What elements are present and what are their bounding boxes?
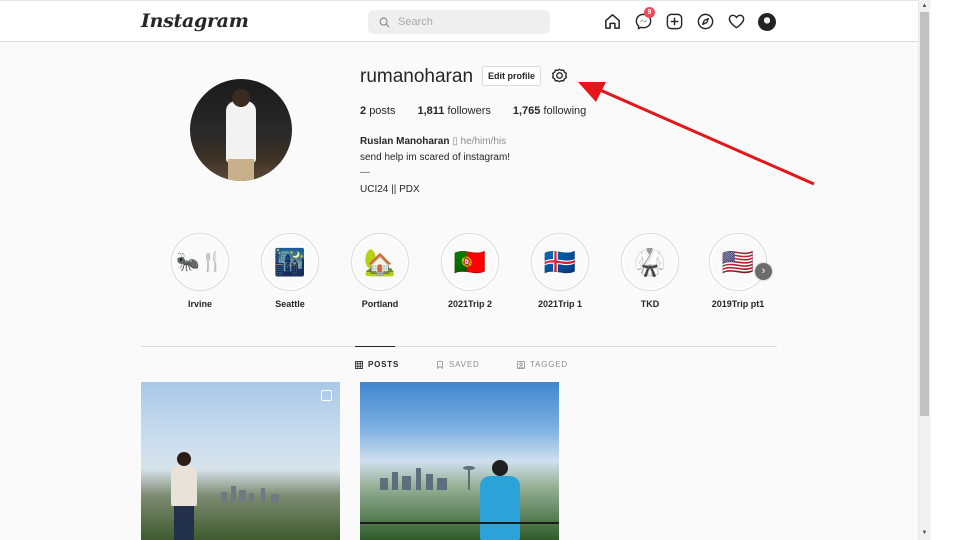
highlight-label: Seattle (275, 299, 305, 309)
tab-posts[interactable]: POSTS (355, 360, 399, 369)
stat-posts: 2 posts (360, 105, 395, 117)
tab-saved[interactable]: SAVED (436, 360, 480, 369)
subject-legs (174, 506, 194, 540)
carousel-multiple-icon (321, 390, 332, 401)
highlight-ring: 🇵🇹 (441, 233, 499, 291)
highlight-ring: 🐜🍴 (171, 233, 229, 291)
tab-label: POSTS (368, 360, 400, 369)
highlight-ring: 🌃 (261, 233, 319, 291)
search-input[interactable] (398, 16, 538, 28)
highlight-cover: 🇮🇸 (534, 236, 586, 288)
railing (360, 522, 559, 540)
story-highlight[interactable]: 🇵🇹 2021Trip 2 (434, 233, 506, 309)
post-thumbnail[interactable] (360, 382, 559, 540)
search-box[interactable] (368, 10, 550, 34)
bio-line-2: — (360, 167, 370, 178)
tab-label: SAVED (449, 360, 480, 369)
active-tab-indicator (355, 346, 395, 347)
profile-picture-figure (226, 101, 256, 163)
highlight-ring: 🥋 (621, 233, 679, 291)
settings-gear-icon[interactable] (551, 67, 568, 84)
tabs-divider (141, 346, 777, 347)
search-icon (379, 17, 390, 28)
profile-full-name-line: Ruslan Manoharan ▯ he/him/his (360, 136, 506, 147)
profile-avatar[interactable] (758, 12, 776, 31)
scroll-up-arrow-icon[interactable]: ▲ (920, 2, 929, 11)
highlight-ring: 🇺🇸 (709, 233, 767, 291)
subject-head (177, 452, 191, 466)
scrollbar-thumb[interactable] (920, 12, 929, 416)
grid-icon (355, 360, 363, 369)
explore-icon[interactable] (696, 12, 715, 31)
new-post-icon[interactable] (665, 12, 684, 31)
highlight-cover: 🥋 (624, 236, 676, 288)
highlights-next-chevron-icon[interactable]: › (755, 263, 772, 280)
story-highlight[interactable]: 🌃 Seattle (254, 233, 326, 309)
highlight-cover: 🌃 (264, 236, 316, 288)
profile-picture-head (232, 89, 250, 107)
highlight-ring: 🇮🇸 (531, 233, 589, 291)
activity-heart-icon[interactable] (727, 12, 746, 31)
highlight-label: TKD (640, 299, 660, 309)
edit-profile-button[interactable]: Edit profile (482, 66, 541, 86)
story-highlight[interactable]: 🏡 Portland (344, 233, 416, 309)
subject-body (171, 466, 197, 506)
tab-label: TAGGED (530, 360, 568, 369)
highlight-label: 2019Trip pt1 (711, 299, 765, 309)
profile-picture-legs (228, 159, 254, 181)
bio-line-3: UCI24 || PDX (360, 184, 420, 195)
stat-value: 1,811 (417, 105, 445, 117)
highlight-label: Irvine (187, 299, 212, 309)
highlight-label: 2021Trip 1 (537, 299, 583, 309)
messenger-unread-badge: 9 (644, 7, 655, 18)
profile-picture[interactable] (190, 79, 292, 181)
highlight-label: 2021Trip 2 (447, 299, 493, 309)
highlight-cover: 🇺🇸 (712, 236, 764, 288)
stat-followers[interactable]: 1,811 followers (417, 105, 490, 117)
post-thumbnail[interactable] (141, 382, 340, 540)
name-glyph: ▯ (452, 136, 458, 147)
story-highlight[interactable]: 🇮🇸 2021Trip 1 (524, 233, 596, 309)
tab-tagged[interactable]: TAGGED (517, 360, 568, 369)
story-highlight[interactable]: 🐜🍴 Irvine (164, 233, 236, 309)
instagram-logo[interactable]: Instagram (141, 10, 249, 32)
bookmark-icon (437, 360, 443, 369)
profile-full-name: Ruslan Manoharan (360, 136, 450, 147)
highlight-ring: 🏡 (351, 233, 409, 291)
profile-pronouns: he/him/his (460, 136, 507, 147)
stat-value: 1,765 (512, 105, 541, 117)
city-skyline (221, 486, 279, 502)
stat-label: posts (369, 105, 396, 117)
nav-icon-group: 9 (603, 7, 776, 31)
story-highlight[interactable]: 🥋 TKD (614, 233, 686, 309)
bio-line-1: send help im scared of instagram! (360, 152, 511, 163)
scroll-down-arrow-icon[interactable]: ▼ (920, 529, 929, 538)
city-skyline (380, 466, 475, 490)
annotation-arrow-icon (578, 82, 815, 186)
messenger-icon[interactable]: 9 (634, 7, 655, 31)
top-navigation-bar: Instagram 9 (0, 0, 918, 42)
highlight-label: Portland (361, 299, 399, 309)
tagged-person-icon (517, 360, 525, 369)
highlight-cover: 🇵🇹 (444, 236, 496, 288)
stat-label: followers (447, 105, 491, 117)
home-icon[interactable] (603, 12, 622, 31)
profile-username: rumanoharan (360, 66, 474, 87)
person-photo-subject (171, 452, 197, 540)
subject-head (492, 460, 508, 476)
highlight-cover: 🐜🍴 (174, 236, 226, 288)
stat-value: 2 (360, 105, 367, 117)
highlight-cover: 🏡 (354, 236, 406, 288)
page-margin (931, 0, 960, 540)
